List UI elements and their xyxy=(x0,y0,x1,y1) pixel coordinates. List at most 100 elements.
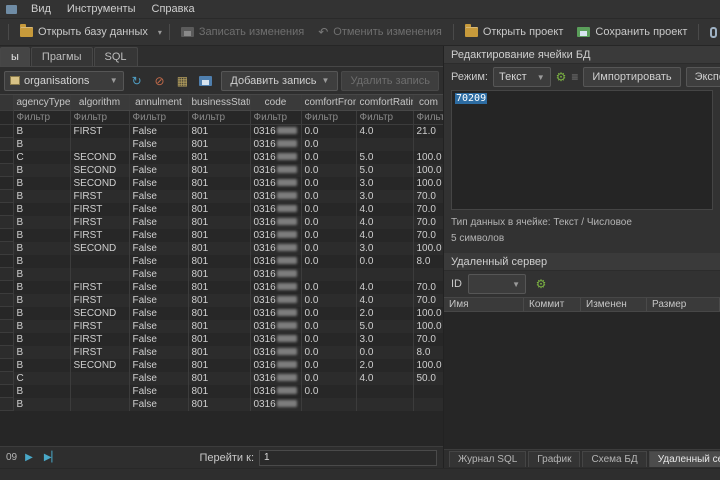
tab-browse-data[interactable]: ы xyxy=(0,47,30,66)
table-cell[interactable]: 0.0 xyxy=(301,150,357,164)
table-cell[interactable] xyxy=(413,137,443,151)
table-cell[interactable]: 100.0 xyxy=(413,306,443,320)
table-cell[interactable]: 100.0 xyxy=(413,358,443,372)
table-cell[interactable]: 0.0 xyxy=(301,306,357,320)
table-cell[interactable]: 70.0 xyxy=(413,228,443,242)
identity-selector[interactable]: ▼ xyxy=(468,274,526,294)
table-cell[interactable]: FIRST xyxy=(70,228,130,242)
table-cell[interactable]: 100.0 xyxy=(413,176,443,190)
row-handle[interactable] xyxy=(0,397,14,411)
table-cell[interactable]: SECOND xyxy=(70,358,130,372)
table-cell[interactable]: B xyxy=(13,293,71,307)
table-cell[interactable]: B xyxy=(13,319,71,333)
filter-input[interactable]: Фильтр xyxy=(188,110,251,125)
row-handle[interactable] xyxy=(0,345,14,359)
table-cell[interactable]: 100.0 xyxy=(413,150,443,164)
filter-input[interactable]: Фильтр xyxy=(250,110,302,125)
table-cell[interactable]: 3.0 xyxy=(356,332,414,346)
table-cell[interactable]: 0.0 xyxy=(301,371,357,385)
table-cell[interactable]: False xyxy=(129,189,189,203)
table-cell[interactable]: 801 xyxy=(188,163,251,177)
row-handle[interactable] xyxy=(0,176,14,190)
table-cell[interactable]: 70.0 xyxy=(413,280,443,294)
table-cell[interactable]: 3.0 xyxy=(356,241,414,255)
table-cell[interactable]: 801 xyxy=(188,319,251,333)
table-cell[interactable]: 4.0 xyxy=(356,293,414,307)
table-cell[interactable]: 801 xyxy=(188,176,251,190)
table-cell[interactable]: 70.0 xyxy=(413,332,443,346)
table-cell[interactable]: 0.0 xyxy=(356,254,414,268)
recent-databases-chevron-icon[interactable]: ▾ xyxy=(156,28,164,37)
table-cell[interactable]: 801 xyxy=(188,397,251,411)
table-cell[interactable]: 0.0 xyxy=(301,280,357,294)
table-cell[interactable]: 0.0 xyxy=(356,345,414,359)
write-changes-button[interactable]: Записать изменения xyxy=(175,23,310,41)
table-cell[interactable]: 0316 xyxy=(250,228,302,242)
table-cell[interactable]: 8.0 xyxy=(413,345,443,359)
table-cell[interactable]: B xyxy=(13,384,71,398)
table-cell[interactable]: 0316 xyxy=(250,371,302,385)
last-page-button[interactable]: ▶▏ xyxy=(41,451,62,464)
row-handle[interactable] xyxy=(0,215,14,229)
column-header[interactable]: annulment xyxy=(129,95,189,111)
table-cell[interactable]: B xyxy=(13,202,71,216)
table-cell[interactable]: FIRST xyxy=(70,202,130,216)
table-cell[interactable]: 0.0 xyxy=(301,319,357,333)
table-cell[interactable]: B xyxy=(13,280,71,294)
edit-table-button[interactable]: ▦ xyxy=(173,71,193,91)
table-cell[interactable]: 50.0 xyxy=(413,371,443,385)
table-cell[interactable]: B xyxy=(13,228,71,242)
table-cell[interactable]: 801 xyxy=(188,254,251,268)
export-button[interactable]: Экспортировать xyxy=(685,67,720,87)
column-header[interactable]: algorithm xyxy=(70,95,130,111)
clear-filters-button[interactable]: ⊘ xyxy=(150,71,170,91)
table-cell[interactable] xyxy=(70,267,130,281)
table-cell[interactable] xyxy=(413,397,443,411)
row-handle[interactable] xyxy=(0,202,14,216)
table-cell[interactable]: 0.0 xyxy=(301,215,357,229)
table-cell[interactable]: B xyxy=(13,163,71,177)
table-cell[interactable]: 2.0 xyxy=(356,306,414,320)
attach-database-button[interactable]: Прикрепить БД xyxy=(704,23,720,41)
table-cell[interactable]: 0.0 xyxy=(301,293,357,307)
table-cell[interactable] xyxy=(356,384,414,398)
table-cell[interactable]: False xyxy=(129,176,189,190)
row-handle[interactable] xyxy=(0,150,14,164)
table-cell[interactable] xyxy=(70,397,130,411)
row-handle[interactable] xyxy=(0,228,14,242)
save-project-button[interactable]: Сохранить проект xyxy=(571,23,693,41)
table-cell[interactable]: False xyxy=(129,358,189,372)
remote-column-header[interactable]: Имя xyxy=(444,298,524,311)
table-cell[interactable]: B xyxy=(13,254,71,268)
add-record-button[interactable]: Добавить запись ▼ xyxy=(221,70,339,91)
table-cell[interactable]: FIRST xyxy=(70,293,130,307)
table-cell[interactable]: 0316 xyxy=(250,163,302,177)
table-cell[interactable]: 4.0 xyxy=(356,215,414,229)
table-cell[interactable] xyxy=(70,254,130,268)
table-cell[interactable]: 4.0 xyxy=(356,280,414,294)
table-cell[interactable]: FIRST xyxy=(70,215,130,229)
table-cell[interactable] xyxy=(70,137,130,151)
table-cell[interactable] xyxy=(301,267,357,281)
row-handle[interactable] xyxy=(0,254,14,268)
table-cell[interactable]: 801 xyxy=(188,124,251,138)
import-button[interactable]: Импортировать xyxy=(583,67,681,87)
open-project-button[interactable]: Открыть проект xyxy=(459,23,570,41)
table-cell[interactable]: False xyxy=(129,267,189,281)
table-cell[interactable]: FIRST xyxy=(70,124,130,138)
open-database-button[interactable]: Открыть базу данных xyxy=(14,23,154,41)
table-cell[interactable]: C xyxy=(13,371,71,385)
row-handle[interactable] xyxy=(0,241,14,255)
table-cell[interactable]: 801 xyxy=(188,137,251,151)
corner-cell[interactable] xyxy=(0,95,14,111)
table-cell[interactable] xyxy=(413,267,443,281)
table-cell[interactable]: 100.0 xyxy=(413,241,443,255)
table-cell[interactable]: 801 xyxy=(188,371,251,385)
menu-view[interactable]: Вид xyxy=(23,1,59,17)
table-cell[interactable] xyxy=(301,397,357,411)
table-cell[interactable]: SECOND xyxy=(70,241,130,255)
table-cell[interactable]: 801 xyxy=(188,189,251,203)
dock-tab-plot[interactable]: График xyxy=(528,451,581,467)
menu-tools[interactable]: Инструменты xyxy=(59,1,144,17)
table-cell[interactable]: B xyxy=(13,332,71,346)
